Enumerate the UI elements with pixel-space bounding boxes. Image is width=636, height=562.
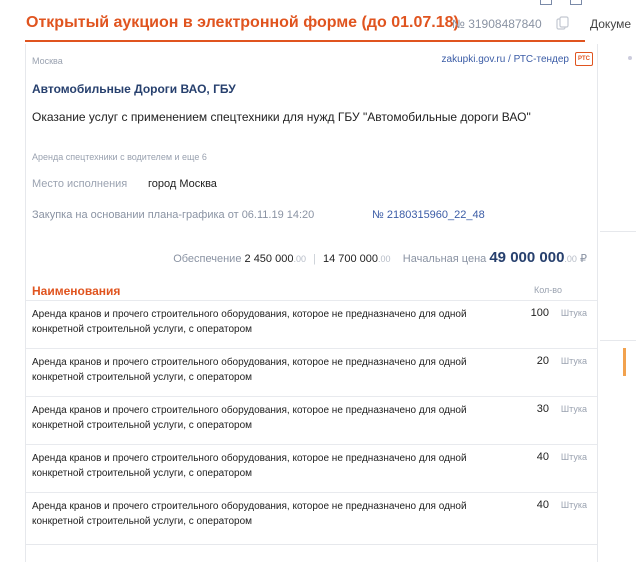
- security-label: Обеспечение: [173, 253, 242, 265]
- right-panel-divider: [600, 340, 636, 341]
- customer-name[interactable]: Автомобильные Дороги ВАО, ГБУ: [32, 82, 236, 96]
- item-name: Аренда кранов и прочего строительного об…: [32, 357, 467, 383]
- price-decimals: .00: [564, 254, 577, 264]
- separator: |: [313, 253, 316, 265]
- tender-title[interactable]: Открытый аукцион в электронной форме (до…: [26, 14, 459, 32]
- security-decimals: .00: [293, 254, 306, 264]
- source-link[interactable]: zakupki.gov.ru / РТС-тендер: [442, 54, 569, 65]
- item-unit: Штука: [560, 308, 587, 318]
- rts-logo: РТС: [575, 52, 593, 66]
- items-header: Наименования: [32, 284, 121, 298]
- item-quantity: 40: [536, 499, 549, 511]
- place-value: город Москва: [148, 178, 217, 190]
- item-name: Аренда кранов и прочего строительного об…: [32, 501, 467, 527]
- plan-basis-text: Закупка на основании плана-графика от 06…: [32, 209, 315, 221]
- right-panel-marker: [628, 56, 632, 60]
- item-name: Аренда кранов и прочего строительного об…: [32, 405, 467, 431]
- card-bottom-border: [26, 544, 597, 545]
- copy-icon[interactable]: [556, 16, 570, 32]
- right-panel-divider: [600, 231, 636, 232]
- item-unit: Штука: [560, 452, 587, 462]
- item-unit: Штука: [560, 500, 587, 510]
- category-label: Аренда спецтехники с водителем и еще 6: [32, 152, 207, 162]
- item-quantity: 100: [530, 307, 549, 319]
- initial-price: 49 000 000: [489, 249, 565, 266]
- price-label: Начальная цена: [402, 253, 487, 265]
- currency-symbol: ₽: [580, 253, 587, 265]
- item-unit: Штука: [560, 356, 587, 366]
- tender-card: Москва zakupki.gov.ru / РТС-тендер РТС А…: [26, 44, 597, 544]
- security-value: 2 450 000: [244, 253, 294, 265]
- place-label: Место исполнения: [32, 178, 128, 190]
- list-item: Аренда кранов и прочего строительного об…: [26, 444, 597, 492]
- item-quantity: 20: [536, 355, 549, 367]
- contract-security-value: 14 700 000: [322, 253, 379, 265]
- financial-summary: Обеспечение 2 450 000.00 | 14 700 000.00…: [173, 249, 587, 266]
- tender-header: Открытый аукцион в электронной форме (до…: [0, 0, 636, 44]
- city-label: Москва: [32, 56, 63, 66]
- right-panel-accent: [623, 348, 626, 376]
- item-name: Аренда кранов и прочего строительного об…: [32, 309, 467, 335]
- item-unit: Штука: [560, 404, 587, 414]
- header-underline: [25, 40, 585, 42]
- tender-number: № 31908487840: [452, 17, 542, 31]
- quantity-header: Кол-во: [534, 285, 562, 295]
- item-name: Аренда кранов и прочего строительного об…: [32, 453, 467, 479]
- list-item: Аренда кранов и прочего строительного об…: [26, 348, 597, 396]
- plan-number-link[interactable]: № 2180315960_22_48: [372, 209, 485, 221]
- item-quantity: 40: [536, 451, 549, 463]
- tab-documents[interactable]: Докуме: [590, 17, 631, 31]
- contract-security-decimals: .00: [378, 254, 391, 264]
- list-item: Аренда кранов и прочего строительного об…: [26, 300, 597, 348]
- list-item: Аренда кранов и прочего строительного об…: [26, 396, 597, 444]
- tender-subject[interactable]: Оказание услуг с применением спецтехники…: [32, 110, 572, 125]
- item-quantity: 30: [536, 403, 549, 415]
- list-item: Аренда кранов и прочего строительного об…: [26, 492, 597, 540]
- right-divider: [597, 44, 598, 562]
